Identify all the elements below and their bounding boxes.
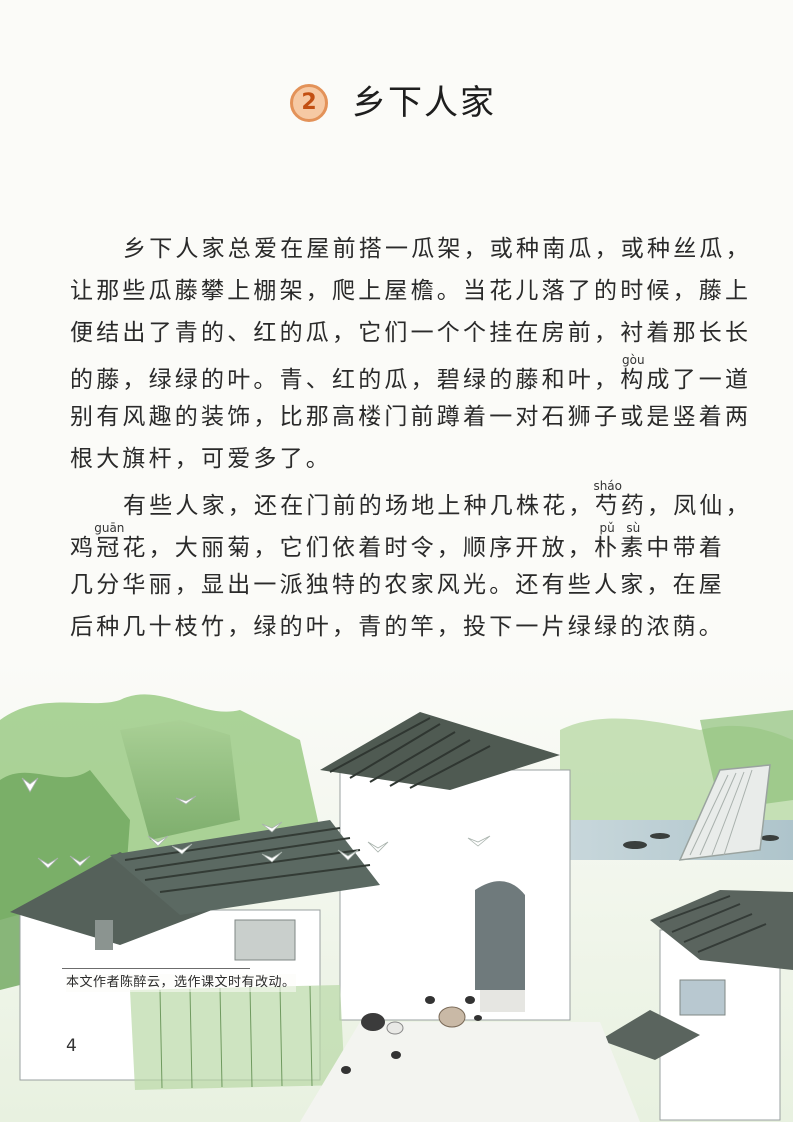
text-line: 乡下人家总爱在屋前搭一瓜架，或种南瓜，或种丝瓜， bbox=[123, 236, 752, 262]
lesson-title: 乡下人家 bbox=[352, 83, 496, 123]
bamboo-fence bbox=[130, 985, 345, 1090]
lesson-body: 乡下人家总爱在屋前搭一瓜架，或种南瓜，或种丝瓜， 让那些瓜藤攀上棚架，爬上屋檐。当… bbox=[70, 228, 752, 648]
lesson-number-badge: 2 bbox=[290, 84, 328, 122]
footnote-divider bbox=[62, 968, 250, 969]
footnote: 本文作者陈醉云，选作课文时有改动。 bbox=[66, 974, 296, 992]
pinyin: sù bbox=[620, 521, 647, 535]
pinyin-annotated-char: 冠guān bbox=[94, 521, 125, 561]
text-line: 后种几十枝竹，绿的叶，青的竿，投下一片绿绿的浓荫。 bbox=[70, 614, 725, 640]
text-line: 有些人家，还在门前的场地上种几株花，芍sháo药，凤仙， bbox=[123, 479, 752, 519]
text-line: 让那些瓜藤攀上棚架，爬上屋檐。当花儿落了的时候，藤上 bbox=[70, 278, 752, 304]
text-line: 几分华丽，显出一派独特的农家风光。还有些人家，在屋 bbox=[70, 572, 725, 598]
text-line: 的藤，绿绿的叶。青、红的瓜，碧绿的藤和叶，构gòu成了一道 bbox=[70, 353, 752, 393]
paragraph: 乡下人家总爱在屋前搭一瓜架，或种南瓜，或种丝瓜， 让那些瓜藤攀上棚架，爬上屋檐。当… bbox=[70, 228, 752, 480]
textbook-page: 2 乡下人家 乡下人家总爱在屋前搭一瓜架，或种南瓜，或种丝瓜， 让那些瓜藤攀上棚架… bbox=[0, 0, 793, 1122]
page-number: 4 bbox=[66, 1036, 77, 1056]
pinyin: sháo bbox=[593, 479, 622, 493]
pinyin-annotated-char: 芍sháo bbox=[593, 479, 622, 519]
text-line: 便结出了青的、红的瓜，它们一个个挂在房前，衬着那长长 bbox=[70, 320, 752, 346]
lesson-header: 2 乡下人家 bbox=[0, 80, 793, 130]
pinyin: gòu bbox=[620, 353, 647, 367]
text-line: 根大旗杆，可爱多了。 bbox=[70, 446, 332, 472]
pinyin: guān bbox=[94, 521, 125, 535]
text-line: 别有风趣的装饰，比那高楼门前蹲着一对石狮子或是竖着两 bbox=[70, 404, 752, 430]
paragraph: 有些人家，还在门前的场地上种几株花，芍sháo药，凤仙， 鸡冠guān花，大丽菊，… bbox=[70, 479, 752, 648]
pinyin-annotated-char: 朴pǔ bbox=[594, 521, 621, 561]
text-line: 鸡冠guān花，大丽菊，它们依着时令，顺序开放，朴pǔ素sù中带着 bbox=[70, 521, 726, 561]
pinyin-annotated-char: 素sù bbox=[620, 521, 647, 561]
village-illustration bbox=[0, 660, 793, 1122]
pinyin-annotated-char: 构gòu bbox=[620, 353, 647, 393]
pinyin: pǔ bbox=[594, 521, 621, 535]
path-ground bbox=[300, 1022, 640, 1122]
